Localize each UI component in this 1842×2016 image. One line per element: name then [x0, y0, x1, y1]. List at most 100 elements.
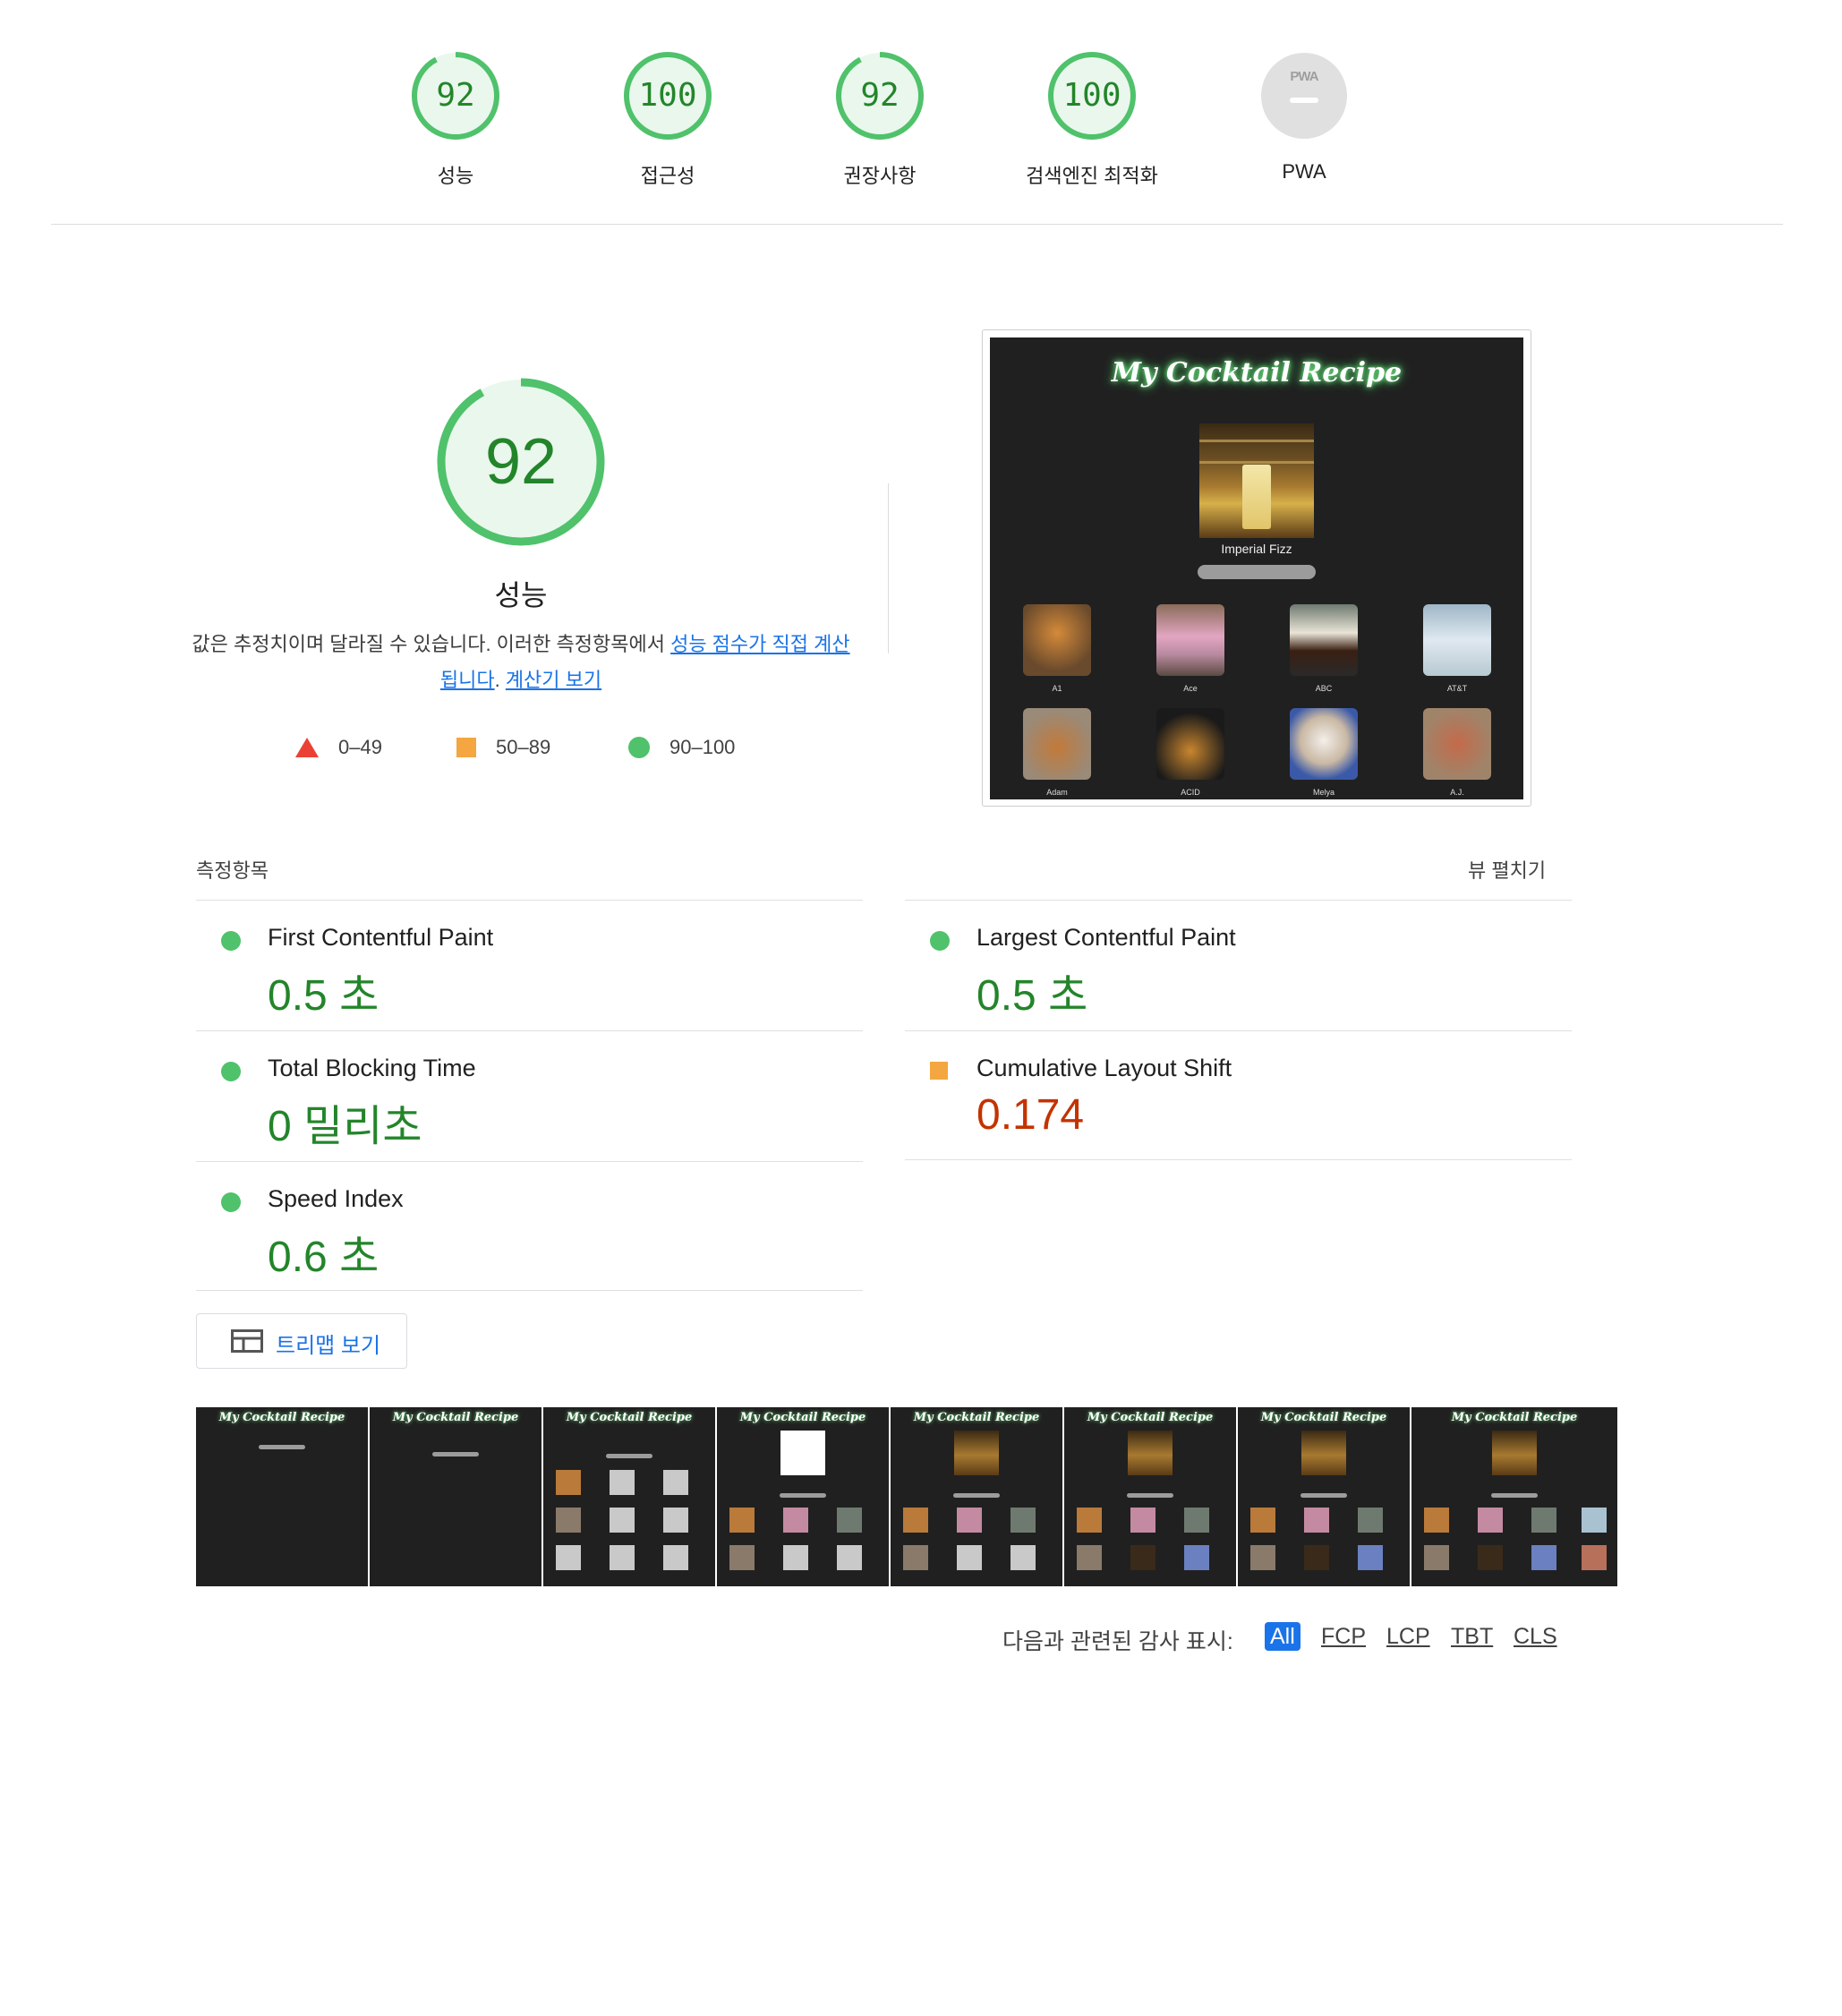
filter-chip-lcp[interactable]: LCP — [1381, 1622, 1436, 1651]
frame-placeholder — [837, 1545, 862, 1570]
frame-thumb — [729, 1545, 755, 1570]
filmstrip-frame: My Cocktail Recipe — [891, 1407, 1062, 1586]
filter-chip-all[interactable]: All — [1265, 1622, 1300, 1651]
filter-chip-fcp[interactable]: FCP — [1316, 1622, 1371, 1651]
gauge-ring: 92 — [833, 49, 926, 142]
frame-search-bar — [780, 1493, 826, 1498]
frame-title: My Cocktail Recipe — [566, 1411, 693, 1424]
frame-search-bar — [259, 1445, 305, 1449]
gauge-label: 성능 — [437, 165, 474, 187]
cocktail-thumb — [1023, 604, 1091, 676]
frame-thumb — [1424, 1545, 1449, 1570]
frame-title: My Cocktail Recipe — [218, 1411, 345, 1424]
cocktail-thumb — [1290, 604, 1358, 676]
frame-thumb — [1304, 1508, 1329, 1533]
metric-name: First Contentful Paint — [268, 924, 494, 951]
gauge-ring: 100 — [621, 49, 714, 142]
frame-search-bar — [953, 1493, 1000, 1498]
cocktail-thumb — [1156, 604, 1224, 676]
frame-thumb — [903, 1545, 928, 1570]
gauge-label: 접근성 — [640, 165, 695, 187]
performance-description: 값은 추정치이며 달라질 수 있습니다. 이러한 측정항목에서 성능 점수가 직… — [188, 627, 854, 698]
legend-fail: 0–49 — [295, 736, 382, 759]
metric-value: 0.5 초 — [976, 972, 1088, 1020]
frame-title: My Cocktail Recipe — [1260, 1411, 1387, 1424]
pwa-badge: PWA — [1258, 49, 1351, 142]
frame-thumb — [729, 1508, 755, 1533]
view-treemap-button[interactable]: 트리맵 보기 — [196, 1313, 407, 1369]
performance-score: 92 — [484, 426, 558, 498]
frame-thumb — [556, 1470, 581, 1495]
average-icon — [930, 1062, 948, 1080]
frame-thumb — [1250, 1545, 1275, 1570]
filmstrip-frame: My Cocktail Recipe — [543, 1407, 715, 1586]
section-divider — [888, 483, 889, 653]
gauge-label: 검색엔진 최적화 — [1026, 165, 1158, 187]
thumb-caption: A1 — [1052, 684, 1062, 693]
frame-thumb — [1077, 1508, 1102, 1533]
gauge-seo[interactable]: 100 검색엔진 최적화 — [985, 49, 1199, 189]
frame-thumb — [1184, 1508, 1209, 1533]
metric-value: 0.174 — [976, 1091, 1085, 1139]
frame-thumb — [1531, 1508, 1556, 1533]
frame-placeholder — [1011, 1545, 1036, 1570]
performance-gauge: 92 — [433, 374, 609, 550]
gauge-score: 100 — [638, 77, 697, 114]
thumb-caption: Ace — [1183, 684, 1198, 693]
frame-title: My Cocktail Recipe — [1451, 1411, 1578, 1424]
description-separator: . — [494, 669, 506, 691]
frame-hero — [780, 1431, 825, 1475]
audit-filter-label: 다음과 관련된 감사 표시: — [1002, 1629, 1233, 1654]
thumb-caption: AT&T — [1446, 684, 1468, 693]
cocktail-thumb — [1423, 708, 1491, 780]
metric-name: Speed Index — [268, 1185, 404, 1212]
frame-thumb — [1478, 1545, 1503, 1570]
treemap-label: 트리맵 보기 — [276, 1334, 381, 1358]
metric-name: Largest Contentful Paint — [976, 924, 1236, 951]
filter-chip-tbt[interactable]: TBT — [1445, 1622, 1498, 1651]
frame-hero — [1492, 1431, 1537, 1475]
filmstrip-frame: My Cocktail Recipe — [196, 1407, 368, 1586]
frame-hero — [1128, 1431, 1173, 1475]
metric-tbt: Total Blocking Time 0 밀리초 — [196, 1031, 863, 1161]
frame-thumb — [1531, 1545, 1556, 1570]
frame-placeholder — [610, 1470, 635, 1495]
site-title: My Cocktail Recipe — [1111, 357, 1403, 389]
gauge-performance[interactable]: 92 성능 — [348, 49, 563, 189]
metric-divider — [196, 1290, 863, 1291]
frame-placeholder — [957, 1545, 982, 1570]
legend-range: 90–100 — [669, 736, 736, 758]
pwa-icon: PWA — [1261, 53, 1347, 139]
filter-chip-cls[interactable]: CLS — [1508, 1622, 1563, 1651]
thumb-caption: A.J. — [1450, 788, 1464, 797]
frame-thumb — [1250, 1508, 1275, 1533]
thumb-caption: ACID — [1181, 788, 1200, 797]
gauge-accessibility[interactable]: 100 접근성 — [560, 49, 775, 189]
frame-thumb — [1184, 1545, 1209, 1570]
gauge-pwa[interactable]: PWA PWA — [1197, 49, 1411, 184]
frame-title: My Cocktail Recipe — [392, 1411, 519, 1424]
frame-placeholder — [663, 1545, 688, 1570]
gauge-score: 92 — [860, 77, 900, 114]
frame-thumb — [556, 1508, 581, 1533]
gauge-label: 권장사항 — [843, 165, 917, 187]
frame-hero — [954, 1431, 999, 1475]
calculator-link[interactable]: 계산기 보기 — [506, 669, 601, 691]
frame-thumb — [1358, 1508, 1383, 1533]
frame-placeholder — [610, 1508, 635, 1533]
frame-search-bar — [606, 1454, 652, 1458]
hero-caption: Imperial Fizz — [1221, 542, 1292, 556]
frame-thumb — [1478, 1508, 1503, 1533]
frame-thumb — [1582, 1545, 1607, 1570]
performance-title: 성능 — [494, 579, 548, 611]
filmstrip-frame: My Cocktail Recipe — [1064, 1407, 1236, 1586]
frame-search-bar — [432, 1452, 479, 1456]
metric-value: 0 밀리초 — [268, 1103, 422, 1150]
expand-view-toggle[interactable]: 뷰 펼치기 — [1468, 855, 1546, 884]
thumb-caption: Adam — [1046, 788, 1068, 797]
gauge-best-practices[interactable]: 92 권장사항 — [772, 49, 987, 189]
cocktail-thumb — [1290, 708, 1358, 780]
thumb-caption: ABC — [1315, 684, 1333, 693]
metric-value: 0.5 초 — [268, 972, 379, 1020]
final-screenshot[interactable]: My Cocktail Recipe Imperial Fizz A1 Ace … — [982, 329, 1531, 807]
